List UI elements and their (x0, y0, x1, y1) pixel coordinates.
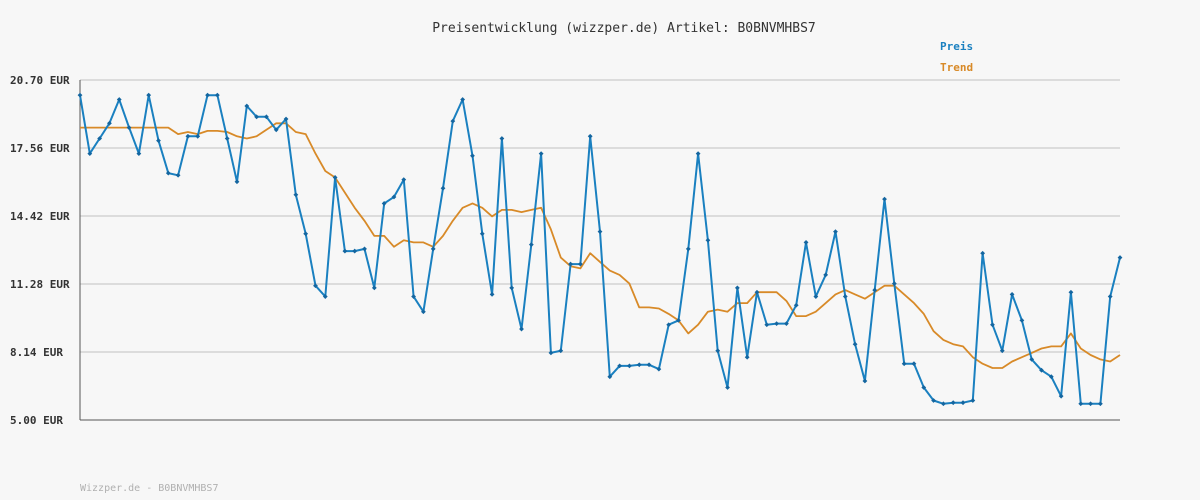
data-point (234, 179, 240, 185)
data-point (205, 92, 210, 98)
data-point (636, 362, 642, 368)
series-lines (77, 92, 1123, 407)
price-chart: Preisentwicklung (wizzper.de) Artikel: B… (10, 21, 1123, 494)
data-point (587, 133, 593, 139)
data-point (371, 285, 377, 291)
data-point (293, 192, 299, 198)
data-point (214, 92, 220, 98)
data-point (833, 229, 838, 234)
data-point (1097, 401, 1103, 407)
data-point (185, 133, 191, 139)
data-point (901, 361, 907, 367)
data-point (882, 196, 887, 202)
data-point (440, 185, 446, 191)
data-point (509, 285, 515, 291)
footer-credit: Wizzper.de - B0BNVMHBS7 (80, 483, 218, 494)
data-point (1117, 255, 1123, 260)
data-point (774, 321, 780, 327)
data-point (1107, 294, 1113, 299)
data-point (970, 398, 976, 403)
data-point (744, 354, 750, 360)
data-point (695, 151, 701, 157)
data-point (165, 170, 171, 176)
data-point (940, 401, 946, 407)
data-point (725, 385, 730, 390)
y-axis-ticks: 20.70 EUR 17.56 EUR 14.42 EUR 11.28 EUR 8.14… (10, 74, 70, 427)
series-line-preis (79, 94, 1121, 405)
data-point (146, 92, 152, 98)
data-point (175, 172, 181, 178)
data-point (1068, 289, 1074, 295)
data-point (362, 246, 367, 252)
data-point (803, 240, 809, 245)
data-point (852, 341, 858, 347)
grid-lines (80, 79, 1120, 353)
legend-entry-preis: Preis (940, 40, 973, 53)
data-point (1078, 401, 1084, 407)
data-point (528, 242, 534, 247)
data-point (764, 322, 770, 328)
data-point (224, 136, 230, 141)
y-tick-label: 11.28 EUR (10, 278, 70, 291)
y-tick-label: 5.00 EUR (10, 414, 63, 427)
data-point (734, 285, 740, 291)
data-point (77, 92, 83, 98)
data-point (960, 400, 966, 406)
data-point (342, 248, 348, 254)
data-point (470, 153, 475, 159)
data-point (685, 246, 691, 252)
data-point (499, 136, 505, 141)
data-point (862, 378, 868, 384)
y-tick-label: 20.70 EUR (10, 74, 70, 87)
data-point (627, 363, 632, 369)
data-point (980, 250, 986, 256)
data-point (430, 246, 436, 252)
data-point (950, 400, 956, 406)
chart-title: Preisentwicklung (wizzper.de) Artikel: B… (432, 21, 816, 36)
data-point (705, 237, 711, 243)
data-point (538, 151, 544, 157)
y-tick-label: 17.56 EUR (10, 142, 70, 155)
data-point (597, 229, 603, 234)
data-point (303, 231, 309, 237)
data-point (1088, 401, 1093, 407)
data-point (519, 326, 524, 332)
data-point (489, 291, 495, 297)
data-point (136, 151, 142, 157)
y-tick-label: 8.14 EUR (10, 346, 63, 359)
data-point (479, 231, 485, 237)
data-point (156, 138, 161, 144)
data-point (842, 294, 848, 299)
legend-entry-trend: Trend (940, 61, 973, 74)
data-point (352, 248, 358, 254)
y-tick-label: 14.42 EUR (10, 210, 70, 223)
